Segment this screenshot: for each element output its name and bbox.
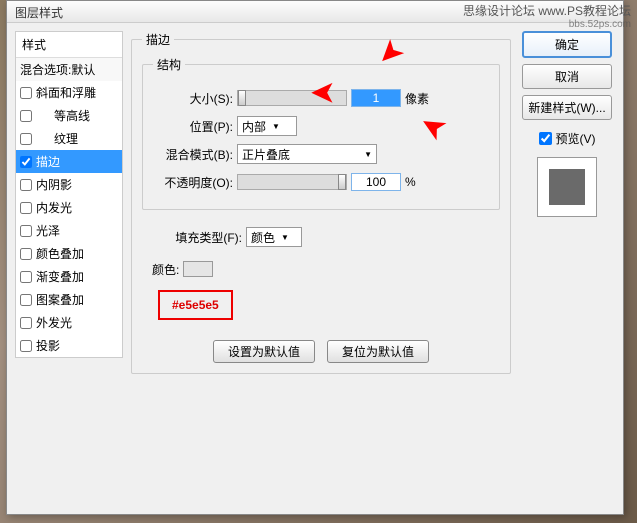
style-checkbox[interactable]	[20, 87, 32, 99]
style-label: 光泽	[36, 222, 60, 239]
style-item-10[interactable]: 外发光	[16, 311, 122, 334]
style-checkbox[interactable]	[20, 294, 32, 306]
style-item-7[interactable]: 颜色叠加	[16, 242, 122, 265]
style-label: 等高线	[36, 107, 90, 124]
cancel-button[interactable]: 取消	[522, 64, 612, 89]
size-slider[interactable]	[237, 90, 347, 106]
position-label: 位置(P):	[153, 118, 233, 135]
preview-inner	[549, 169, 585, 205]
blendmode-label: 混合模式(B):	[153, 146, 233, 163]
style-checkbox[interactable]	[20, 271, 32, 283]
stroke-legend: 描边	[142, 31, 174, 48]
set-default-button[interactable]: 设置为默认值	[213, 340, 315, 363]
filltype-label: 填充类型(F):	[152, 229, 242, 246]
opacity-label: 不透明度(O):	[153, 174, 233, 191]
style-label: 颜色叠加	[36, 245, 84, 262]
layer-style-dialog: 图层样式 样式 混合选项:默认 斜面和浮雕等高线纹理描边内阴影内发光光泽颜色叠加…	[6, 0, 624, 515]
style-checkbox[interactable]	[20, 110, 32, 122]
style-label: 纹理	[36, 130, 78, 147]
preview-box	[537, 157, 597, 217]
color-label: 颜色:	[152, 261, 179, 278]
style-item-1[interactable]: 等高线	[16, 104, 122, 127]
style-checkbox[interactable]	[20, 317, 32, 329]
preview-checkbox[interactable]: 预览(V)	[539, 130, 596, 147]
style-item-2[interactable]: 纹理	[16, 127, 122, 150]
center-panel: 描边 结构 大小(S): 像素 位置(P): 内部▼ 混合模式(B):	[131, 31, 511, 506]
size-unit: 像素	[405, 90, 429, 107]
style-item-4[interactable]: 内阴影	[16, 173, 122, 196]
style-checkbox[interactable]	[20, 156, 32, 168]
style-label: 描边	[36, 153, 60, 170]
stroke-group: 描边 结构 大小(S): 像素 位置(P): 内部▼ 混合模式(B):	[131, 31, 511, 374]
styles-panel: 样式 混合选项:默认 斜面和浮雕等高线纹理描边内阴影内发光光泽颜色叠加渐变叠加图…	[15, 31, 123, 506]
style-label: 内发光	[36, 199, 72, 216]
reset-default-button[interactable]: 复位为默认值	[327, 340, 429, 363]
style-checkbox[interactable]	[20, 225, 32, 237]
position-combo[interactable]: 内部▼	[237, 116, 297, 136]
structure-legend: 结构	[153, 56, 185, 73]
opacity-input[interactable]	[351, 173, 401, 191]
hex-annotation: #e5e5e5	[158, 290, 233, 320]
preview-check-input[interactable]	[539, 132, 552, 145]
style-item-5[interactable]: 内发光	[16, 196, 122, 219]
chevron-down-icon: ▼	[272, 122, 280, 131]
new-style-button[interactable]: 新建样式(W)...	[522, 95, 612, 120]
preview-label: 预览(V)	[556, 130, 596, 147]
opacity-slider[interactable]	[237, 174, 347, 190]
style-item-8[interactable]: 渐变叠加	[16, 265, 122, 288]
style-label: 斜面和浮雕	[36, 84, 96, 101]
size-input[interactable]	[351, 89, 401, 107]
style-checkbox[interactable]	[20, 248, 32, 260]
blend-options-item[interactable]: 混合选项:默认	[16, 58, 122, 81]
size-label: 大小(S):	[153, 90, 233, 107]
style-checkbox[interactable]	[20, 179, 32, 191]
blendmode-combo[interactable]: 正片叠底▼	[237, 144, 377, 164]
structure-group: 结构 大小(S): 像素 位置(P): 内部▼ 混合模式(B): 正片叠底▼	[142, 56, 500, 210]
style-item-9[interactable]: 图案叠加	[16, 288, 122, 311]
style-label: 图案叠加	[36, 291, 84, 308]
style-checkbox[interactable]	[20, 340, 32, 352]
style-checkbox[interactable]	[20, 202, 32, 214]
chevron-down-icon: ▼	[281, 233, 289, 242]
style-label: 外发光	[36, 314, 72, 331]
style-item-11[interactable]: 投影	[16, 334, 122, 357]
ok-button[interactable]: 确定	[522, 31, 612, 58]
opacity-unit: %	[405, 175, 416, 189]
styles-header: 样式	[16, 32, 122, 58]
style-item-3[interactable]: 描边	[16, 150, 122, 173]
style-item-0[interactable]: 斜面和浮雕	[16, 81, 122, 104]
style-label: 渐变叠加	[36, 268, 84, 285]
style-checkbox[interactable]	[20, 133, 32, 145]
watermark: 思缘设计论坛 www.PS教程论坛 bbs.52ps.com	[463, 2, 631, 30]
filltype-combo[interactable]: 颜色▼	[246, 227, 302, 247]
fill-group: 填充类型(F): 颜色▼ 颜色: #e5e5e5	[142, 218, 500, 330]
color-swatch[interactable]	[183, 261, 213, 277]
style-label: 投影	[36, 337, 60, 354]
style-item-6[interactable]: 光泽	[16, 219, 122, 242]
right-panel: 确定 取消 新建样式(W)... 预览(V)	[519, 31, 615, 506]
style-label: 内阴影	[36, 176, 72, 193]
chevron-down-icon: ▼	[364, 150, 372, 159]
